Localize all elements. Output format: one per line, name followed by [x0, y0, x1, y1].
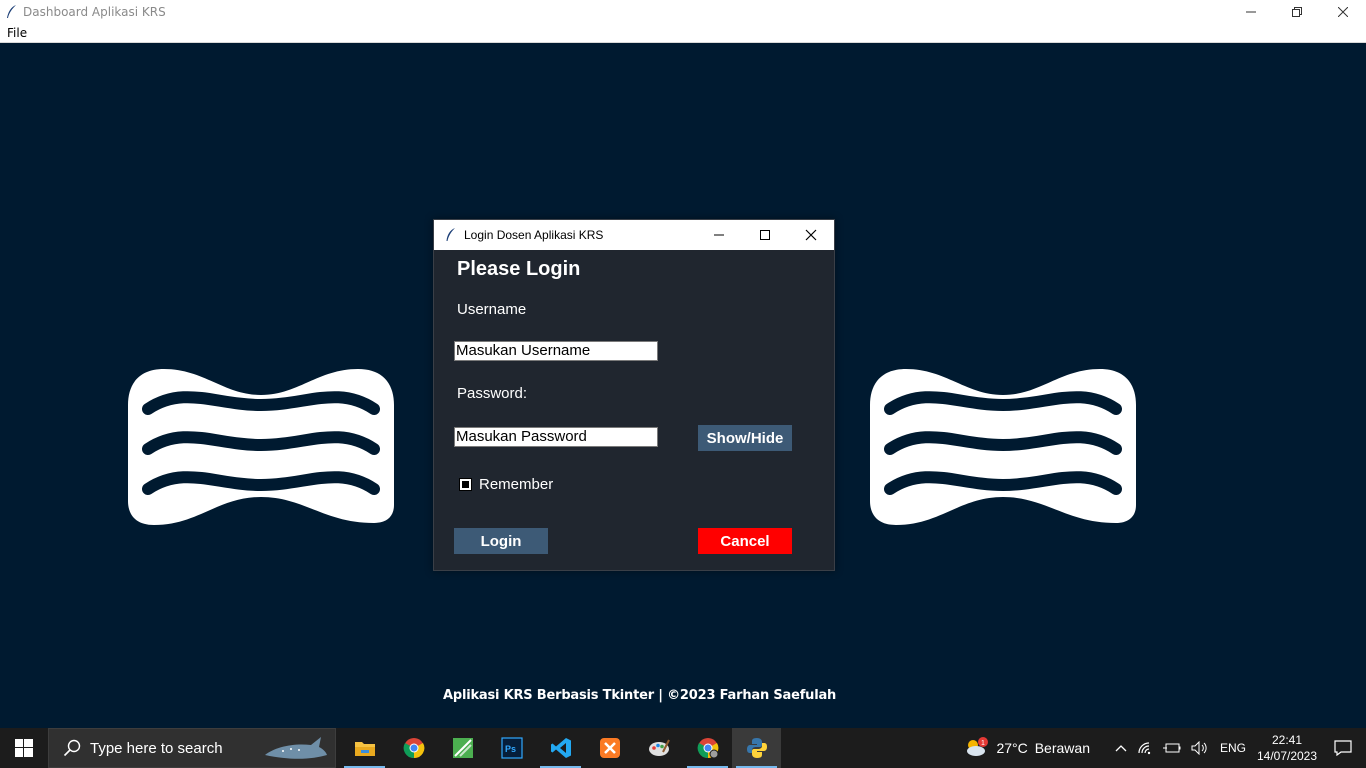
weather-temperature: 27°C: [996, 740, 1028, 756]
dialog-minimize-button[interactable]: [696, 220, 742, 250]
taskbar-file-explorer[interactable]: [340, 728, 389, 768]
remember-label: Remember: [479, 476, 554, 493]
battery-plug-icon: [1162, 743, 1181, 753]
taskbar-paint[interactable]: [634, 728, 683, 768]
dialog-title: Login Dosen Aplikasi KRS: [464, 228, 604, 242]
weather-widget[interactable]: 1 27°C Berawan: [964, 736, 1090, 760]
wave-logo-icon: [870, 369, 1136, 525]
clock-date: 14/07/2023: [1256, 749, 1318, 763]
show-hidden-icons-button[interactable]: [1115, 744, 1127, 752]
remember-checkbox[interactable]: [459, 478, 472, 491]
clock[interactable]: 22:41 14/07/2023: [1254, 732, 1320, 764]
start-button[interactable]: [0, 728, 48, 768]
search-placeholder: Type here to search: [90, 739, 223, 757]
menu-bar: File: [0, 24, 1366, 43]
password-input[interactable]: Masukan Password: [454, 427, 658, 447]
language-indicator[interactable]: ENG: [1220, 741, 1246, 755]
volume-button[interactable]: [1191, 741, 1209, 755]
password-label: Password:: [457, 385, 528, 402]
close-icon: [805, 229, 817, 241]
maximize-icon: [760, 230, 770, 240]
checkbox-mark: [462, 481, 469, 488]
login-heading: Please Login: [457, 258, 581, 280]
main-window-title: Dashboard Aplikasi KRS: [23, 5, 166, 19]
cancel-button[interactable]: Cancel: [698, 528, 792, 554]
vscode-icon: [550, 738, 571, 758]
username-input[interactable]: Masukan Username: [454, 341, 658, 361]
taskbar-vscode[interactable]: [536, 728, 585, 768]
taskbar-chrome-profile[interactable]: [683, 728, 732, 768]
chrome-profile-icon: [697, 738, 718, 759]
battery-button[interactable]: [1162, 742, 1181, 754]
wave-logo-icon: [128, 369, 394, 525]
paint-icon: [648, 739, 670, 756]
weather-badge: 1: [981, 740, 985, 747]
file-explorer-icon: [354, 742, 375, 756]
notification-center-button[interactable]: [1320, 740, 1366, 756]
dialog-titlebar: Login Dosen Aplikasi KRS: [434, 220, 834, 250]
footer-text: Aplikasi KRS Berbasis Tkinter | ©2023 Fa…: [443, 688, 837, 703]
network-button[interactable]: [1137, 741, 1153, 755]
python-icon: [746, 738, 767, 758]
minimize-icon: [714, 234, 724, 236]
taskbar-chrome[interactable]: [389, 728, 438, 768]
chrome-icon: [403, 738, 424, 759]
windows-logo-icon: [15, 739, 33, 757]
close-button[interactable]: [1320, 0, 1366, 24]
minimize-icon: [1246, 11, 1256, 13]
taskbar-search-box[interactable]: Type here to search: [48, 728, 336, 768]
main-window-controls: [1228, 0, 1366, 24]
taskbar: Type here to search Ps 1 27°C Berawan EN…: [0, 728, 1366, 768]
menu-file[interactable]: File: [7, 26, 27, 40]
search-icon: [63, 739, 81, 757]
taskbar-python[interactable]: [732, 728, 781, 768]
xampp-icon: [599, 738, 620, 758]
taskbar-inkscape[interactable]: [438, 728, 487, 768]
chevron-up-icon: [1115, 745, 1127, 752]
taskbar-xampp[interactable]: [585, 728, 634, 768]
show-hide-button[interactable]: Show/Hide: [698, 425, 792, 451]
restore-icon: [1292, 7, 1302, 17]
login-button[interactable]: Login: [454, 528, 548, 554]
taskbar-apps: Ps: [340, 728, 781, 768]
username-label: Username: [457, 301, 527, 318]
tk-feather-icon: [7, 5, 16, 18]
dialog-controls: [696, 220, 834, 250]
taskbar-photoshop[interactable]: Ps: [487, 728, 536, 768]
weather-cloud-icon: 1: [967, 737, 989, 756]
inkscape-icon: [452, 738, 473, 758]
notification-icon: [1334, 740, 1352, 756]
tk-feather-icon: [446, 228, 455, 241]
svg-text:Ps: Ps: [505, 744, 516, 754]
dialog-close-button[interactable]: [788, 220, 834, 250]
system-tray: 1 27°C Berawan ENG 22:41 14/07/2023: [964, 728, 1366, 768]
dialog-maximize-button[interactable]: [742, 220, 788, 250]
login-dialog: Login Dosen Aplikasi KRS Please Login Us…: [433, 219, 835, 571]
main-window-titlebar: Dashboard Aplikasi KRS: [0, 0, 1366, 24]
whale-shark-icon: [265, 737, 327, 759]
restore-button[interactable]: [1274, 0, 1320, 24]
photoshop-icon: Ps: [500, 737, 523, 759]
speaker-icon: [1191, 741, 1207, 755]
minimize-button[interactable]: [1228, 0, 1274, 24]
weather-condition: Berawan: [1034, 740, 1090, 756]
close-icon: [1338, 7, 1348, 17]
remember-checkbox-row[interactable]: Remember: [459, 476, 553, 493]
wifi-icon: [1138, 742, 1151, 755]
clock-time: 22:41: [1271, 733, 1303, 747]
